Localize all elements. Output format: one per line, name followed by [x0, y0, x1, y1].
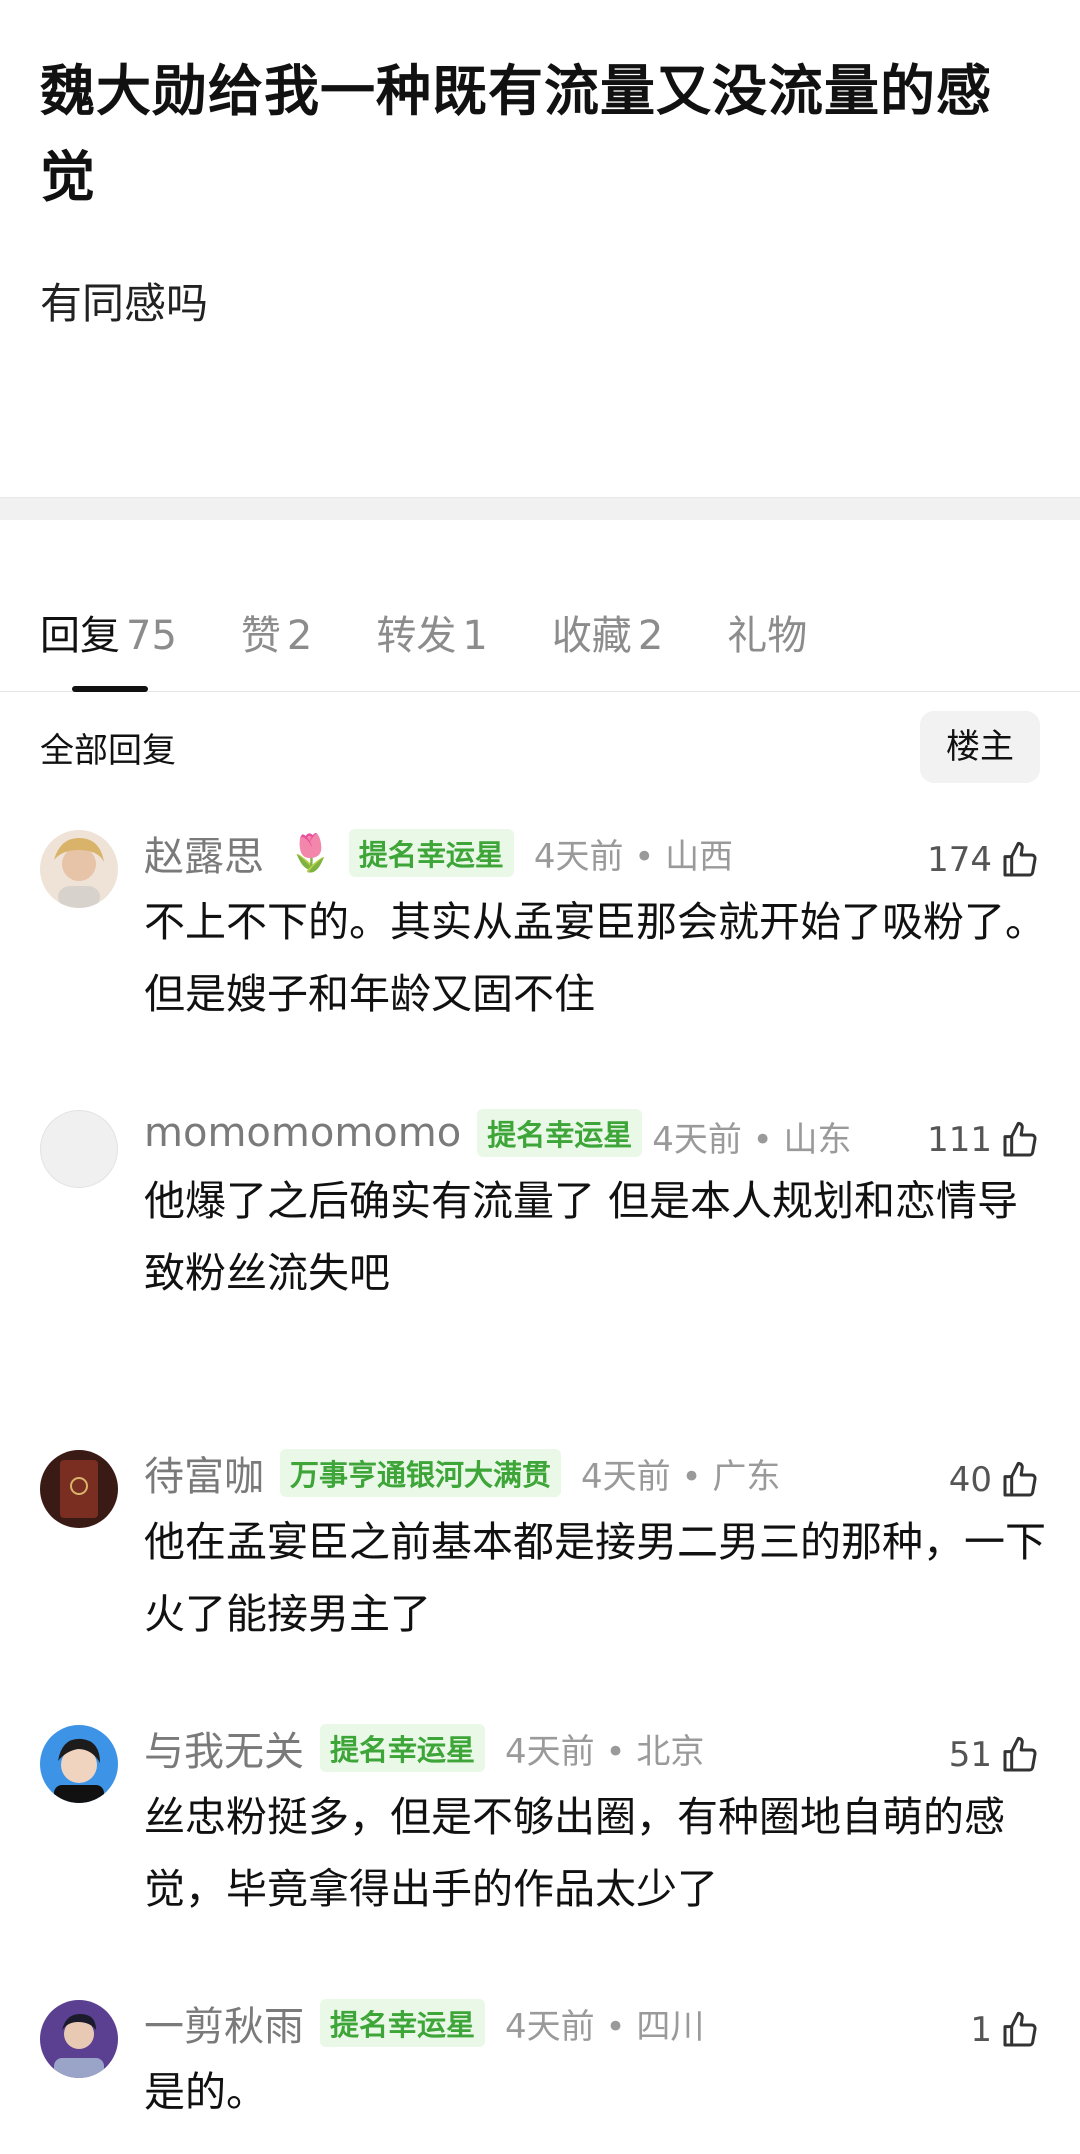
username[interactable]: momomomomo: [144, 1110, 461, 1156]
tab-gifts[interactable]: 礼物: [727, 603, 807, 661]
comment-item: 待富咖 万事亨通银河大满贯 4天前 • 广东 他在孟宴臣之前基本都是接男二男三的…: [40, 1444, 1080, 1719]
comment-text: 他爆了之后确实有流量了 但是本人规划和恋情导致粉丝流失吧: [144, 1177, 1019, 1297]
avatar[interactable]: [40, 1450, 118, 1528]
like-button[interactable]: 1: [970, 2010, 1040, 2050]
post-content: 魏大勋给我一种既有流量又没流量的感觉 有同感吗: [0, 0, 1080, 497]
tulip-icon: 🌷: [288, 833, 333, 874]
interaction-tabs: 回复 75 赞2 转发 1 收藏 2 礼物: [0, 520, 1080, 692]
thumbs-up-icon: [1003, 1736, 1037, 1772]
like-button[interactable]: 40: [949, 1460, 1040, 1500]
tab-count: 2: [637, 613, 664, 659]
tab-label: 收藏: [551, 613, 632, 659]
user-badge[interactable]: 提名幸运星: [477, 1108, 643, 1157]
like-count: 174: [927, 840, 992, 880]
thumbs-up-icon: [1003, 841, 1037, 877]
thumbs-up-icon: [1003, 1461, 1037, 1497]
tab-reposts[interactable]: 转发 1: [376, 603, 487, 661]
like-count: 1: [970, 2010, 992, 2050]
avatar[interactable]: [40, 2000, 118, 2078]
username[interactable]: 与我无关: [144, 1719, 304, 1777]
tab-favorites[interactable]: 收藏 2: [552, 603, 663, 661]
tab-label: 转发: [376, 613, 457, 659]
active-tab-indicator: [72, 686, 148, 692]
comment-item: 一剪秋雨 提名幸运星 4天前 • 四川 是的。 1: [40, 1994, 1080, 2154]
thumbs-up-icon: [1003, 1121, 1037, 1157]
section-divider: [0, 497, 1080, 520]
user-badge[interactable]: 万事亨通银河大满贯: [280, 1449, 562, 1497]
comment-meta: 4天前 • 山东: [652, 1120, 852, 1160]
like-button[interactable]: 51: [949, 1735, 1040, 1775]
comment-meta: 4天前 • 广东: [581, 1456, 781, 1497]
post-body: 有同感吗: [40, 279, 209, 328]
tab-count: 2: [286, 613, 313, 659]
comment-item: momomomomo 提名幸运星 4天前 • 山东 他爆了之后确实有流量了 但是…: [40, 1104, 1080, 1444]
thumbs-up-icon: [1003, 2011, 1037, 2047]
tab-count: 75: [126, 613, 177, 659]
post-detail-page: 魏大勋给我一种既有流量又没流量的感觉 有同感吗 回复 75 赞2 转发 1 收藏 2 …: [0, 0, 1080, 2153]
filter-row: 全部回复 楼主: [0, 692, 1080, 802]
post-title: 魏大勋给我一种既有流量又没流量的感觉: [40, 59, 993, 209]
user-badge[interactable]: 提名幸运星: [320, 1999, 486, 2047]
username[interactable]: 赵露思: [144, 824, 264, 882]
comment-item: 赵露思 🌷 提名幸运星 4天前 • 山西 不上不下的。其实从孟宴臣那会就开始了吸…: [40, 824, 1080, 1104]
like-count: 111: [927, 1120, 992, 1160]
comment-meta: 4天前 • 北京: [505, 1731, 705, 1772]
tab-label: 礼物: [727, 613, 808, 659]
like-count: 51: [948, 1735, 992, 1775]
username[interactable]: 待富咖: [144, 1444, 264, 1502]
comment-meta: 4天前 • 四川: [505, 2006, 705, 2047]
like-button[interactable]: 174: [927, 840, 1040, 880]
comment-list: 赵露思 🌷 提名幸运星 4天前 • 山西 不上不下的。其实从孟宴臣那会就开始了吸…: [0, 824, 1080, 2154]
comment-text: 丝忠粉挺多，但是不够出圈，有种圈地自萌的感觉，毕竟拿得出手的作品太少了: [144, 1793, 1005, 1913]
comment-text: 是的。: [144, 2068, 267, 2116]
tab-likes[interactable]: 赞2: [241, 603, 312, 661]
like-count: 40: [948, 1460, 992, 1500]
comment-text: 他在孟宴臣之前基本都是接男二男三的那种，一下火了能接男主了: [144, 1518, 1046, 1638]
tab-count: 1: [462, 613, 488, 659]
tab-label: 回复: [40, 613, 120, 659]
like-button[interactable]: 111: [927, 1120, 1040, 1160]
comment-meta: 4天前 • 山西: [533, 836, 734, 877]
tab-replies[interactable]: 回复 75: [40, 603, 177, 661]
avatar[interactable]: [40, 1725, 118, 1803]
avatar[interactable]: [40, 1110, 118, 1188]
comment-text: 不上不下的。其实从孟宴臣那会就开始了吸粉了。但是嫂子和年龄又固不住: [144, 898, 1046, 1018]
comment-item: 与我无关 提名幸运星 4天前 • 北京 丝忠粉挺多，但是不够出圈，有种圈地自萌的…: [40, 1719, 1080, 1994]
user-badge[interactable]: 提名幸运星: [348, 829, 514, 877]
tab-label: 赞: [240, 613, 281, 659]
all-replies-label[interactable]: 全部回复: [40, 723, 176, 772]
avatar[interactable]: [40, 830, 118, 908]
username[interactable]: 一剪秋雨: [144, 1994, 304, 2052]
owner-only-button[interactable]: 楼主: [920, 711, 1040, 783]
user-badge[interactable]: 提名幸运星: [320, 1724, 486, 1772]
